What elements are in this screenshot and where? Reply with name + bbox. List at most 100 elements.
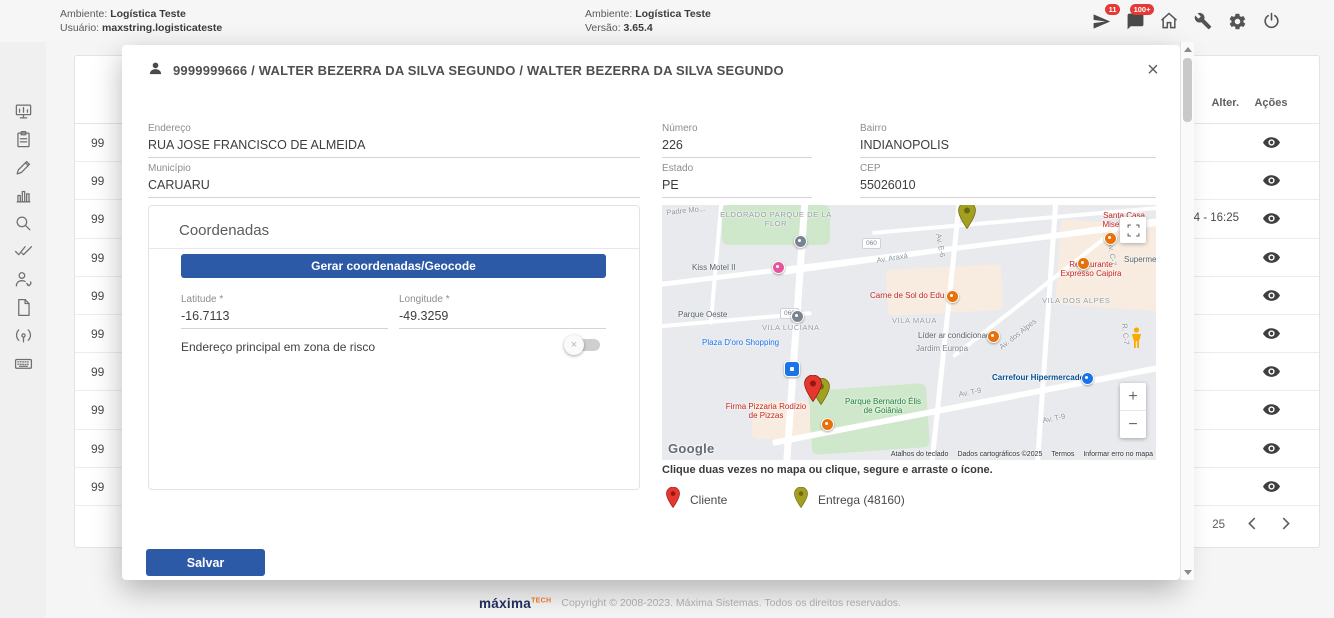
map-canvas[interactable]: Padre Mo...ELDORADO PARQUE DE LA FLORSan…: [662, 205, 1156, 460]
sidebar-item-pencil[interactable]: [0, 156, 46, 184]
sidebar-item-document[interactable]: [0, 296, 46, 324]
map-poi-icon[interactable]: [1081, 372, 1094, 385]
scrollbar-thumb[interactable]: [1183, 58, 1192, 122]
sidebar-item-clipboard[interactable]: [0, 128, 46, 156]
sidebar-item-search[interactable]: [0, 212, 46, 240]
map-poi-icon[interactable]: [794, 235, 807, 248]
bairro-input[interactable]: [860, 138, 1156, 158]
column-header-acoes: Ações: [1241, 97, 1301, 109]
dialog-scrollbar[interactable]: [1180, 42, 1194, 580]
view-row-button[interactable]: [1241, 327, 1301, 342]
generate-geocode-button[interactable]: Gerar coordenadas/Geocode: [181, 254, 606, 278]
google-logo[interactable]: Google: [668, 441, 715, 456]
map-label: Padre Mo...: [666, 205, 705, 218]
numero-input[interactable]: [662, 138, 812, 158]
scroll-up-arrow[interactable]: [1184, 47, 1192, 52]
map-poi-icon[interactable]: [791, 310, 804, 323]
delivery-marker-pin[interactable]: [958, 205, 976, 234]
map-poi-icon[interactable]: [1104, 232, 1117, 245]
pencil-icon: [14, 158, 33, 182]
map-label: Kiss Motel II: [692, 263, 736, 272]
coordinates-card: Coordenadas Gerar coordenadas/Geocode La…: [148, 205, 640, 490]
client-marker-pin[interactable]: [804, 375, 822, 407]
view-row-button[interactable]: [1241, 365, 1301, 380]
close-icon[interactable]: ×: [1140, 57, 1166, 83]
map-poi-icon[interactable]: [772, 261, 785, 274]
shopping-poi-icon[interactable]: [784, 361, 800, 377]
road-shield: 060: [862, 238, 881, 249]
municipio-field: Município: [148, 163, 640, 198]
endereco-input[interactable]: [148, 138, 640, 158]
numero-label: Número: [662, 123, 812, 134]
chat-icon[interactable]: 100+: [1124, 10, 1146, 32]
sidebar-item-double-check[interactable]: [0, 240, 46, 268]
map-attribution-link[interactable]: Atalhos do teclado: [891, 451, 949, 458]
sidebar-item-monitor[interactable]: [0, 100, 46, 128]
map-poi-icon[interactable]: [1077, 257, 1090, 270]
sidebar-item-user-wrench[interactable]: [0, 268, 46, 296]
view-row-button[interactable]: [1241, 480, 1301, 495]
legend-pin: [666, 487, 680, 513]
row-code: 99: [91, 480, 104, 494]
zoom-in-button[interactable]: +: [1120, 383, 1146, 410]
view-row-button[interactable]: [1241, 442, 1301, 457]
map-attribution-link[interactable]: Termos: [1051, 451, 1074, 458]
zoom-out-button[interactable]: −: [1120, 411, 1146, 438]
sidebar-nav: [0, 100, 46, 380]
versao-value: 3.65.4: [624, 22, 653, 34]
next-page-button[interactable]: [1278, 515, 1295, 535]
gear-icon[interactable]: [1226, 10, 1248, 32]
map-fullscreen-button[interactable]: [1120, 217, 1146, 243]
row-code: 99: [91, 251, 104, 265]
view-row-button[interactable]: [1241, 174, 1301, 189]
street-view-pegman-icon[interactable]: [1131, 327, 1142, 354]
map-poi-icon[interactable]: [987, 330, 1000, 343]
legend-cliente-label: Cliente: [690, 493, 727, 507]
home-icon[interactable]: [1158, 10, 1180, 32]
view-row-button[interactable]: [1241, 251, 1301, 266]
legend-cliente: Cliente: [666, 487, 727, 513]
view-row-button[interactable]: [1241, 403, 1301, 418]
map-poi-icon[interactable]: [946, 290, 959, 303]
longitude-input[interactable]: [399, 309, 606, 329]
eye-icon: [1263, 480, 1280, 495]
latitude-label: Latitude *: [181, 294, 388, 305]
usuario-label: Usuário:: [60, 22, 99, 34]
prev-page-button[interactable]: [1243, 515, 1260, 535]
view-row-button[interactable]: [1241, 212, 1301, 227]
sidebar-item-keyboard[interactable]: [0, 352, 46, 380]
risk-zone-toggle[interactable]: ×: [566, 336, 602, 354]
wrench-icon[interactable]: [1192, 10, 1214, 32]
eye-icon: [1263, 212, 1280, 227]
map-label: Jardim Europa: [916, 344, 968, 353]
map-label: Parque Oeste: [678, 310, 727, 319]
coordinates-divider: [149, 248, 639, 249]
cep-input[interactable]: [860, 178, 1156, 198]
send-icon[interactable]: 11: [1090, 10, 1112, 32]
view-row-button[interactable]: [1241, 289, 1301, 304]
eye-icon: [1263, 174, 1280, 189]
eye-icon: [1263, 327, 1280, 342]
map-commercial-area: [886, 264, 1003, 316]
monitor-icon: [14, 102, 33, 126]
map-label: Restaurante Expresso Caipira: [1052, 260, 1130, 278]
sidebar-item-bar-chart[interactable]: [0, 184, 46, 212]
estado-input[interactable]: [662, 178, 812, 198]
numero-field: Número: [662, 123, 812, 158]
map-label: Firma Pizzaria Rodízio de Pizzas: [724, 402, 808, 420]
endereco-label: Endereço: [148, 123, 640, 134]
map-attribution-link[interactable]: Informar erro no mapa: [1083, 451, 1153, 458]
municipio-input[interactable]: [148, 178, 640, 198]
sidebar-item-antenna[interactable]: [0, 324, 46, 352]
map-poi-icon[interactable]: [821, 418, 834, 431]
bairro-label: Bairro: [860, 123, 1156, 134]
save-button[interactable]: Salvar: [146, 549, 265, 576]
scroll-down-arrow[interactable]: [1184, 570, 1192, 575]
sidebar: [0, 0, 46, 618]
power-icon[interactable]: [1260, 10, 1282, 32]
latitude-input[interactable]: [181, 309, 388, 329]
map-attribution-link[interactable]: Dados cartográficos ©2025: [957, 451, 1042, 458]
map-label: Parque Bernardo Élis de Goiânia: [844, 397, 922, 415]
latitude-field: Latitude *: [181, 294, 388, 329]
view-row-button[interactable]: [1241, 136, 1301, 151]
